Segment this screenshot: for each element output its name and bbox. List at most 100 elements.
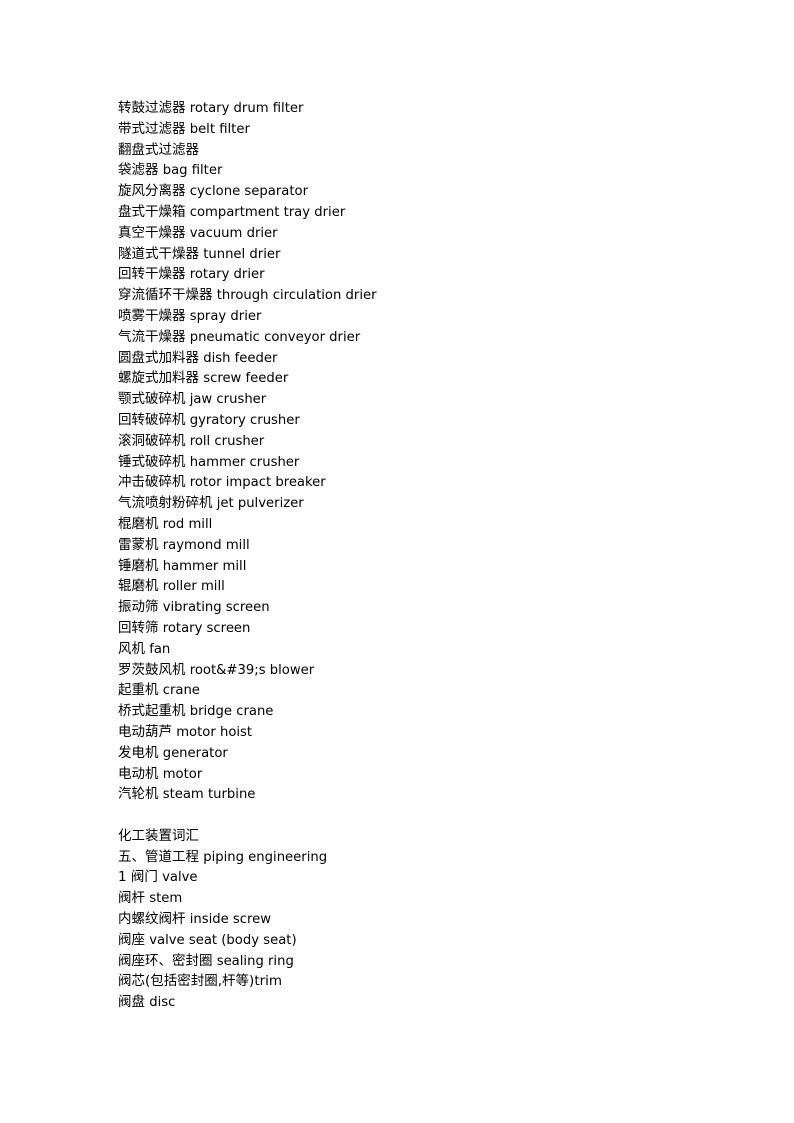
glossary-line: 穿流循环干燥器 through circulation drier: [118, 285, 718, 306]
term-english: jet pulverizer: [212, 496, 304, 512]
term-chinese: 圆盘式加料器: [118, 349, 199, 366]
term-english: jaw crusher: [185, 392, 267, 408]
term-chinese: 冲击破碎机: [118, 474, 186, 491]
term-chinese: 隧道式干燥器: [118, 245, 199, 262]
glossary-line: 翻盘式过滤器: [118, 140, 718, 161]
glossary-text-body: 转鼓过滤器 rotary drum filter 带式过滤器 belt filte…: [118, 98, 718, 1013]
glossary-line: 内螺纹阀杆 inside screw: [118, 909, 718, 930]
term-english: vacuum drier: [185, 225, 278, 241]
glossary-line: 圆盘式加料器 dish feeder: [118, 348, 718, 369]
glossary-line: 1 阀门 valve: [118, 867, 718, 888]
term-chinese: 化工装置词汇: [118, 827, 199, 844]
glossary-line: 转鼓过滤器 rotary drum filter: [118, 98, 718, 119]
glossary-line: 气流喷射粉碎机 jet pulverizer: [118, 493, 718, 514]
term-chinese: 电动机: [118, 765, 159, 782]
term-english: crane: [158, 683, 200, 699]
glossary-line: 阀芯(包括密封圈,杆等)trim: [118, 971, 718, 992]
glossary-line: 汽轮机 steam turbine: [118, 784, 718, 805]
term-chinese: 螺旋式加料器: [118, 370, 199, 387]
term-chinese: 翻盘式过滤器: [118, 141, 199, 158]
glossary-line: 化工装置词汇: [118, 826, 718, 847]
glossary-line: 袋滤器 bag filter: [118, 160, 718, 181]
term-chinese: 桥式起重机: [118, 703, 186, 720]
term-chinese: 滚洞破碎机: [118, 432, 186, 449]
term-english: rotary drier: [185, 267, 265, 283]
term-chinese: 穿流循环干燥器: [118, 287, 213, 304]
term-chinese: 发电机: [118, 744, 159, 761]
term-chinese: 振动筛: [118, 599, 159, 616]
term-english: sealing ring: [212, 953, 294, 969]
term-chinese: 转鼓过滤器: [118, 100, 186, 116]
glossary-line: 隧道式干燥器 tunnel drier: [118, 244, 718, 265]
term-english: rod mill: [158, 516, 213, 532]
term-chinese: 阀座: [118, 931, 145, 948]
glossary-line: 辊磨机 roller mill: [118, 576, 718, 597]
term-english: belt filter: [185, 121, 250, 137]
term-english: rotary drum filter: [185, 101, 304, 116]
term-english: stem: [145, 891, 183, 907]
term-chinese: 阀杆: [118, 890, 145, 907]
glossary-line: 风机 fan: [118, 639, 718, 660]
term-english: bridge crane: [185, 704, 274, 720]
term-chinese: 电动葫芦: [118, 723, 172, 740]
term-english: spray drier: [185, 308, 262, 324]
term-chinese: 1 阀门: [118, 869, 158, 886]
term-english: raymond mill: [158, 537, 250, 553]
term-english: root&#39;s blower: [185, 662, 315, 678]
glossary-line: 冲击破碎机 rotor impact breaker: [118, 472, 718, 493]
term-english: roll crusher: [185, 433, 265, 449]
term-chinese: 回转破碎机: [118, 411, 186, 428]
glossary-line: 阀座 valve seat (body seat): [118, 930, 718, 951]
term-chinese: 阀盘: [118, 994, 145, 1011]
glossary-line: 锤磨机 hammer mill: [118, 556, 718, 577]
glossary-line: 起重机 crane: [118, 680, 718, 701]
term-english: compartment tray drier: [185, 204, 346, 220]
glossary-line: 锤式破碎机 hammer crusher: [118, 452, 718, 473]
term-chinese: 颚式破碎机: [118, 391, 186, 408]
term-english: piping engineering: [199, 849, 328, 865]
term-english: disc: [145, 995, 176, 1011]
document-page: 转鼓过滤器 rotary drum filter 带式过滤器 belt filte…: [0, 0, 794, 1123]
term-english: hammer mill: [158, 558, 247, 574]
glossary-line: 五、管道工程 piping engineering: [118, 847, 718, 868]
term-chinese: 五、管道工程: [118, 848, 199, 865]
term-chinese: 气流喷射粉碎机: [118, 495, 213, 512]
term-english: dish feeder: [199, 350, 278, 366]
term-chinese: 真空干燥器: [118, 224, 186, 241]
term-english: vibrating screen: [158, 600, 270, 616]
term-english: generator: [158, 745, 228, 761]
term-chinese: 起重机: [118, 682, 159, 699]
term-chinese: 回转干燥器: [118, 266, 186, 283]
glossary-line: 回转破碎机 gyratory crusher: [118, 410, 718, 431]
glossary-line: 盘式干燥箱 compartment tray drier: [118, 202, 718, 223]
glossary-line: 喷雾干燥器 spray drier: [118, 306, 718, 327]
glossary-line: 真空干燥器 vacuum drier: [118, 223, 718, 244]
term-english: steam turbine: [158, 787, 256, 803]
glossary-line: 电动葫芦 motor hoist: [118, 722, 718, 743]
term-chinese: 棍磨机: [118, 515, 159, 532]
term-chinese: 旋风分离器: [118, 183, 186, 200]
term-chinese: 阀芯(包括密封圈,杆等)trim: [118, 973, 283, 990]
glossary-line: 阀座环、密封圈 sealing ring: [118, 951, 718, 972]
glossary-line: 带式过滤器 belt filter: [118, 119, 718, 140]
term-english: valve: [157, 870, 198, 886]
glossary-line: 旋风分离器 cyclone separator: [118, 181, 718, 202]
term-chinese: 气流干燥器: [118, 328, 186, 345]
glossary-line: 电动机 motor: [118, 764, 718, 785]
term-chinese: 风机: [118, 640, 145, 657]
term-english: pneumatic conveyor drier: [185, 329, 361, 345]
glossary-line: 回转筛 rotary screen: [118, 618, 718, 639]
term-chinese: 袋滤器: [118, 162, 159, 179]
term-english: valve seat (body seat): [145, 932, 297, 948]
glossary-line: 棍磨机 rod mill: [118, 514, 718, 535]
term-english: gyratory crusher: [185, 412, 300, 428]
term-chinese: 回转筛: [118, 619, 159, 636]
glossary-line: 颚式破碎机 jaw crusher: [118, 389, 718, 410]
term-english: roller mill: [158, 579, 225, 595]
glossary-line: 振动筛 vibrating screen: [118, 597, 718, 618]
term-english: motor: [158, 766, 203, 782]
term-english: motor hoist: [172, 724, 253, 740]
term-chinese: 盘式干燥箱: [118, 203, 186, 220]
term-english: rotary screen: [158, 620, 251, 636]
